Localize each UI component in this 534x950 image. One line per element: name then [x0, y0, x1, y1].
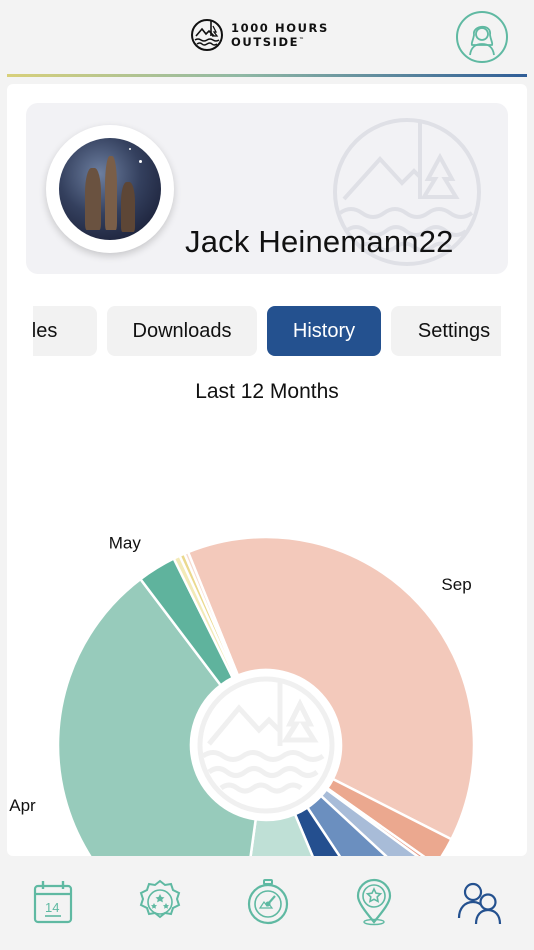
nav-timer-button[interactable] [244, 878, 292, 926]
bottom-nav: 14 [0, 862, 534, 950]
profile-photo [59, 138, 161, 240]
profile-photo-frame[interactable] [46, 125, 174, 253]
tab-history[interactable]: History [267, 306, 381, 356]
nav-calendar-button[interactable]: 14 [30, 878, 78, 926]
badge-stars-icon [139, 879, 181, 919]
account-avatar-button[interactable] [456, 11, 508, 63]
user-avatar-icon [469, 25, 495, 56]
profile-tabs: Profiles Downloads History Settings [33, 306, 501, 356]
app-logo[interactable]: 1000 HOURS OUTSIDE™ [190, 18, 329, 52]
logo-text: 1000 HOURS OUTSIDE™ [231, 22, 329, 48]
logo-tm: ™ [299, 37, 306, 44]
tab-profiles[interactable]: Profiles [33, 306, 97, 356]
main-card: Jack Heinemann22 Profiles Downloads Hist… [7, 84, 527, 856]
calendar-icon: 14 [33, 881, 73, 924]
calendar-day: 14 [45, 900, 59, 915]
nav-profiles-button[interactable] [456, 878, 504, 926]
history-pie-chart: SepOctDecJanFebMarAprMay [9, 534, 476, 856]
tab-downloads[interactable]: Downloads [107, 306, 257, 356]
nav-badges-button[interactable] [136, 878, 184, 926]
logo-mark-icon [191, 19, 223, 51]
pie-label-may: May [109, 534, 142, 553]
top-bar: 1000 HOURS OUTSIDE™ [0, 0, 534, 76]
people-icon [457, 882, 502, 925]
pie-label-apr: Apr [9, 796, 36, 815]
timer-icon [247, 879, 289, 925]
center-logo-icon [191, 670, 341, 820]
header-divider [7, 74, 527, 77]
pie-label-sep: Sep [441, 575, 471, 594]
profile-header: Jack Heinemann22 [26, 103, 508, 274]
logo-line2: OUTSIDE [231, 34, 300, 49]
profile-name: Jack Heinemann22 [185, 224, 454, 259]
nav-map-button[interactable] [350, 878, 398, 926]
logo-line1: 1000 HOURS [231, 21, 329, 36]
chart-title: Last 12 Months [195, 380, 339, 403]
map-pin-star-icon [356, 878, 392, 926]
tab-settings[interactable]: Settings [391, 306, 501, 356]
